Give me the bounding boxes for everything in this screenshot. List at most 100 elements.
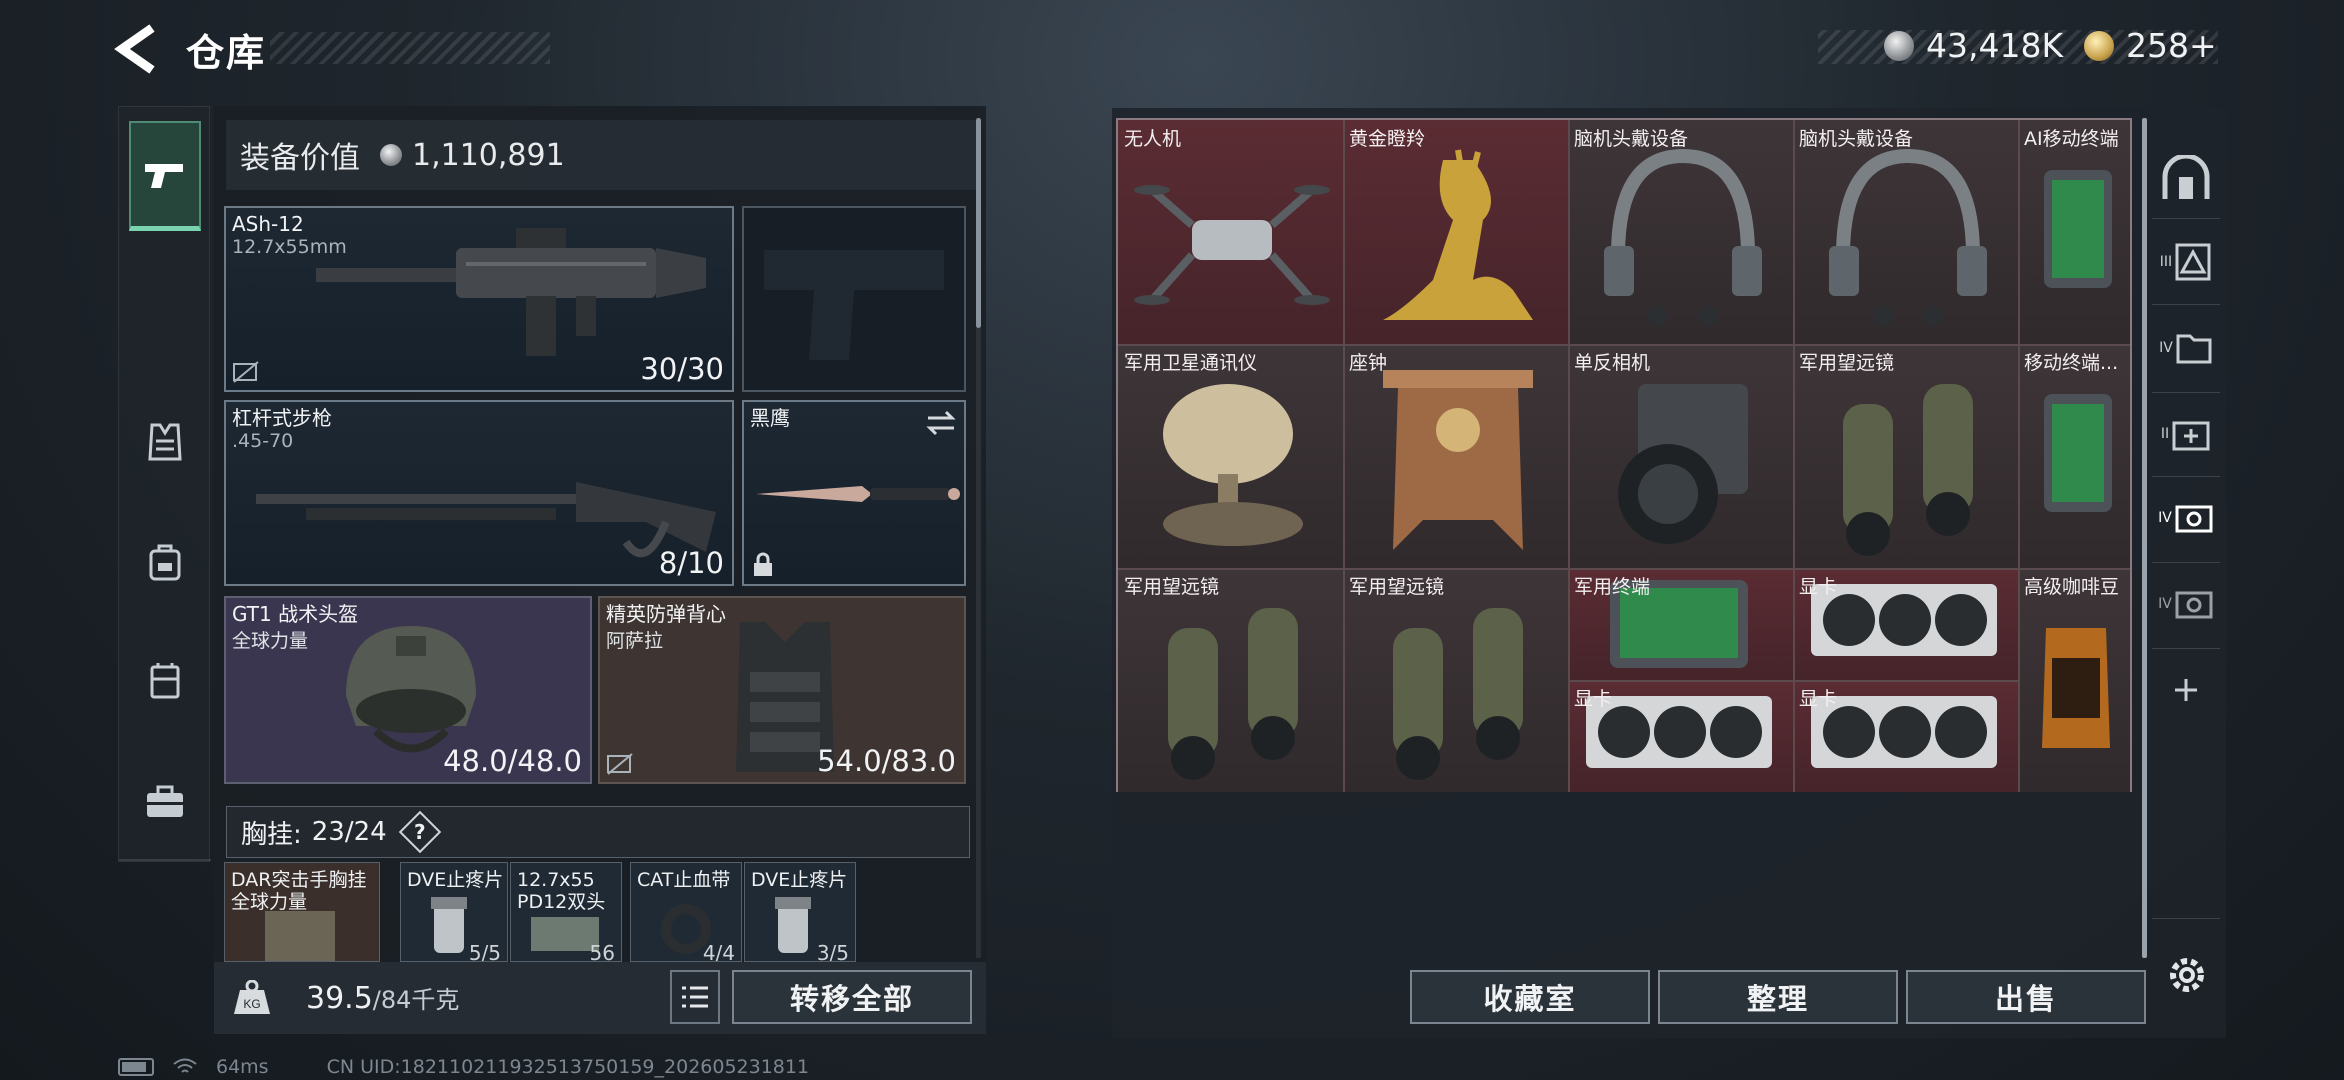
transfer-all-button[interactable]: 转移全部 (732, 970, 972, 1024)
chest-rig-capacity: 23/24 (311, 817, 387, 847)
vest-slot[interactable]: 精英防弹背心 阿萨拉 54.0/83.0 (598, 596, 966, 784)
grid-item[interactable]: 显卡 (1793, 680, 2018, 792)
rig-item-sub: 全球力量 (231, 891, 308, 913)
rail-divider (119, 859, 211, 861)
grid-item[interactable]: 军用望远镜 (1343, 568, 1568, 792)
sat-comm-icon (1163, 384, 1303, 546)
no-insure-icon (607, 753, 633, 775)
secondary-weapon-slot[interactable]: 杠杆式步枪 .45-70 8/10 (224, 400, 734, 586)
settings-button[interactable] (2164, 952, 2210, 998)
grid-item[interactable]: 军用卫星通讯仪 (1118, 344, 1343, 568)
tab-armor[interactable] (129, 387, 201, 497)
grid-item[interactable]: 黄金瞪羚 (1343, 120, 1568, 344)
rig-pocket-item-count: 4/4 (702, 941, 735, 962)
primary-weapon-ammo: 30/30 (640, 352, 724, 386)
collection-room-button[interactable]: 收藏室 (1410, 970, 1650, 1024)
sell-button[interactable]: 出售 (1906, 970, 2146, 1024)
grid-item[interactable]: 脑机头戴设备 (1793, 120, 2018, 344)
title-decoration (270, 32, 550, 64)
grid-item-name: 脑机头戴设备 (1574, 128, 1689, 150)
rig-pocket-item[interactable]: 12.7x55 PD12双头 56 (510, 862, 622, 962)
grid-item[interactable]: 显卡 (1793, 568, 2018, 680)
dslr-camera-icon (1618, 384, 1748, 544)
battery-icon (118, 1058, 154, 1076)
grid-item[interactable]: 单反相机 (1568, 344, 1793, 568)
tab-weapons[interactable] (129, 121, 201, 231)
helmet-durability: 48.0/48.0 (443, 744, 582, 778)
sort-button[interactable]: 整理 (1658, 970, 1898, 1024)
grid-item[interactable]: 移动终端... (2018, 344, 2130, 568)
plus-icon (2175, 679, 2197, 701)
grid-item[interactable]: 显卡 (1568, 680, 1793, 792)
silver-currency[interactable]: 43,418K (1884, 26, 2063, 65)
grid-item[interactable]: 无人机 (1118, 120, 1343, 344)
lock-icon (754, 552, 772, 576)
grid-item[interactable]: AI移动终端 (2018, 120, 2130, 344)
pistol-slot[interactable] (742, 206, 966, 392)
storage-page-2[interactable]: II (2156, 404, 2216, 464)
gold-currency[interactable]: 258+ (2084, 26, 2217, 65)
bci-headset-icon (1604, 148, 1762, 326)
grid-item[interactable]: 军用望远镜 (1793, 344, 2018, 568)
tab-chest-rig[interactable] (129, 625, 201, 735)
primary-weapon-caliber: 12.7x55mm (232, 236, 347, 258)
rail-divider (2152, 476, 2220, 477)
weight-icon: KG (234, 980, 270, 1014)
helmet-slot[interactable]: GT1 战术头盔 全球力量 48.0/48.0 (224, 596, 592, 784)
grid-item-name: 显卡 (1799, 576, 1838, 598)
grid-line (1568, 680, 2018, 682)
vest-name: 精英防弹背心 (606, 602, 726, 626)
gold-gazelle-icon (1383, 149, 1533, 320)
helmet-name: GT1 战术头盔 (232, 602, 359, 626)
loadout-scroll-thumb[interactable] (976, 118, 981, 328)
rig-pocket-item-name: 12.7x55 (517, 869, 595, 891)
rail-divider (2152, 304, 2220, 305)
briefcase-icon (147, 785, 183, 817)
tab-backpack[interactable] (129, 507, 201, 617)
grid-item-name: 座钟 (1349, 352, 1388, 374)
binoculars-icon (1843, 384, 1973, 556)
storage-page-4-alt[interactable]: IV (2156, 574, 2216, 634)
gear-icon (2170, 958, 2204, 992)
grid-item[interactable]: 军用望远镜 (1118, 568, 1343, 792)
primary-weapon-slot[interactable]: ASh-12 12.7x55mm 30/30 (224, 206, 734, 392)
chest-rig-label: 胸挂: (241, 819, 302, 850)
rig-pocket-item-count: 3/5 (816, 941, 849, 962)
list-view-button[interactable] (670, 970, 720, 1024)
rig-pocket-item-name: DVE止疼片 (751, 869, 848, 891)
vest-maker: 阿萨拉 (606, 630, 664, 652)
rig-pocket-item[interactable]: DVE止疼片 5/5 (400, 862, 508, 962)
left-category-rail (118, 106, 211, 862)
storage-home-tab[interactable] (2156, 148, 2216, 208)
silver-coin-icon (380, 144, 402, 166)
chest-rig-item[interactable]: DAR突击手胸挂 全球力量 (224, 862, 380, 962)
rig-pocket-item[interactable]: CAT止血带 4/4 (630, 862, 742, 962)
back-button[interactable] (112, 22, 172, 76)
grid-item-name: 显卡 (1799, 688, 1838, 710)
bci-headset-icon (1829, 148, 1987, 326)
storage-page-3[interactable]: III (2156, 232, 2216, 292)
rig-pocket-item-count: 56 (589, 941, 615, 962)
help-badge[interactable]: ? (398, 810, 441, 854)
grid-item[interactable]: 脑机头戴设备 (1568, 120, 1793, 344)
grid-line (1343, 120, 1345, 792)
storage-grid: 无人机 黄金瞪羚 脑机头戴设备 脑机头戴设备 AI移动终端 军用卫星通讯仪 座钟… (1116, 118, 2132, 792)
tab-case[interactable] (129, 747, 201, 857)
storage-page-4-selected[interactable]: IV (2156, 488, 2216, 548)
rail-divider (2152, 218, 2220, 219)
swap-icon[interactable] (926, 410, 956, 436)
grid-item[interactable]: 军用终端 (1568, 568, 1793, 680)
rig-pocket-item[interactable]: DVE止疼片 3/5 (744, 862, 856, 962)
storage-page-4[interactable]: IV (2156, 318, 2216, 378)
melee-slot[interactable]: 黑鹰 (742, 400, 966, 586)
grid-item[interactable]: 高级咖啡豆 (2018, 568, 2130, 792)
rail-divider (2152, 648, 2220, 649)
secondary-weapon-caliber: .45-70 (232, 430, 294, 452)
grid-item[interactable]: 座钟 (1343, 344, 1568, 568)
add-page-button[interactable] (2156, 660, 2216, 720)
page-title: 仓库 (186, 31, 267, 75)
folder-icon (2176, 334, 2212, 364)
coffee-bag-icon (2042, 628, 2110, 748)
page-level: III (2159, 254, 2173, 270)
gear-box-icon (2175, 591, 2213, 619)
